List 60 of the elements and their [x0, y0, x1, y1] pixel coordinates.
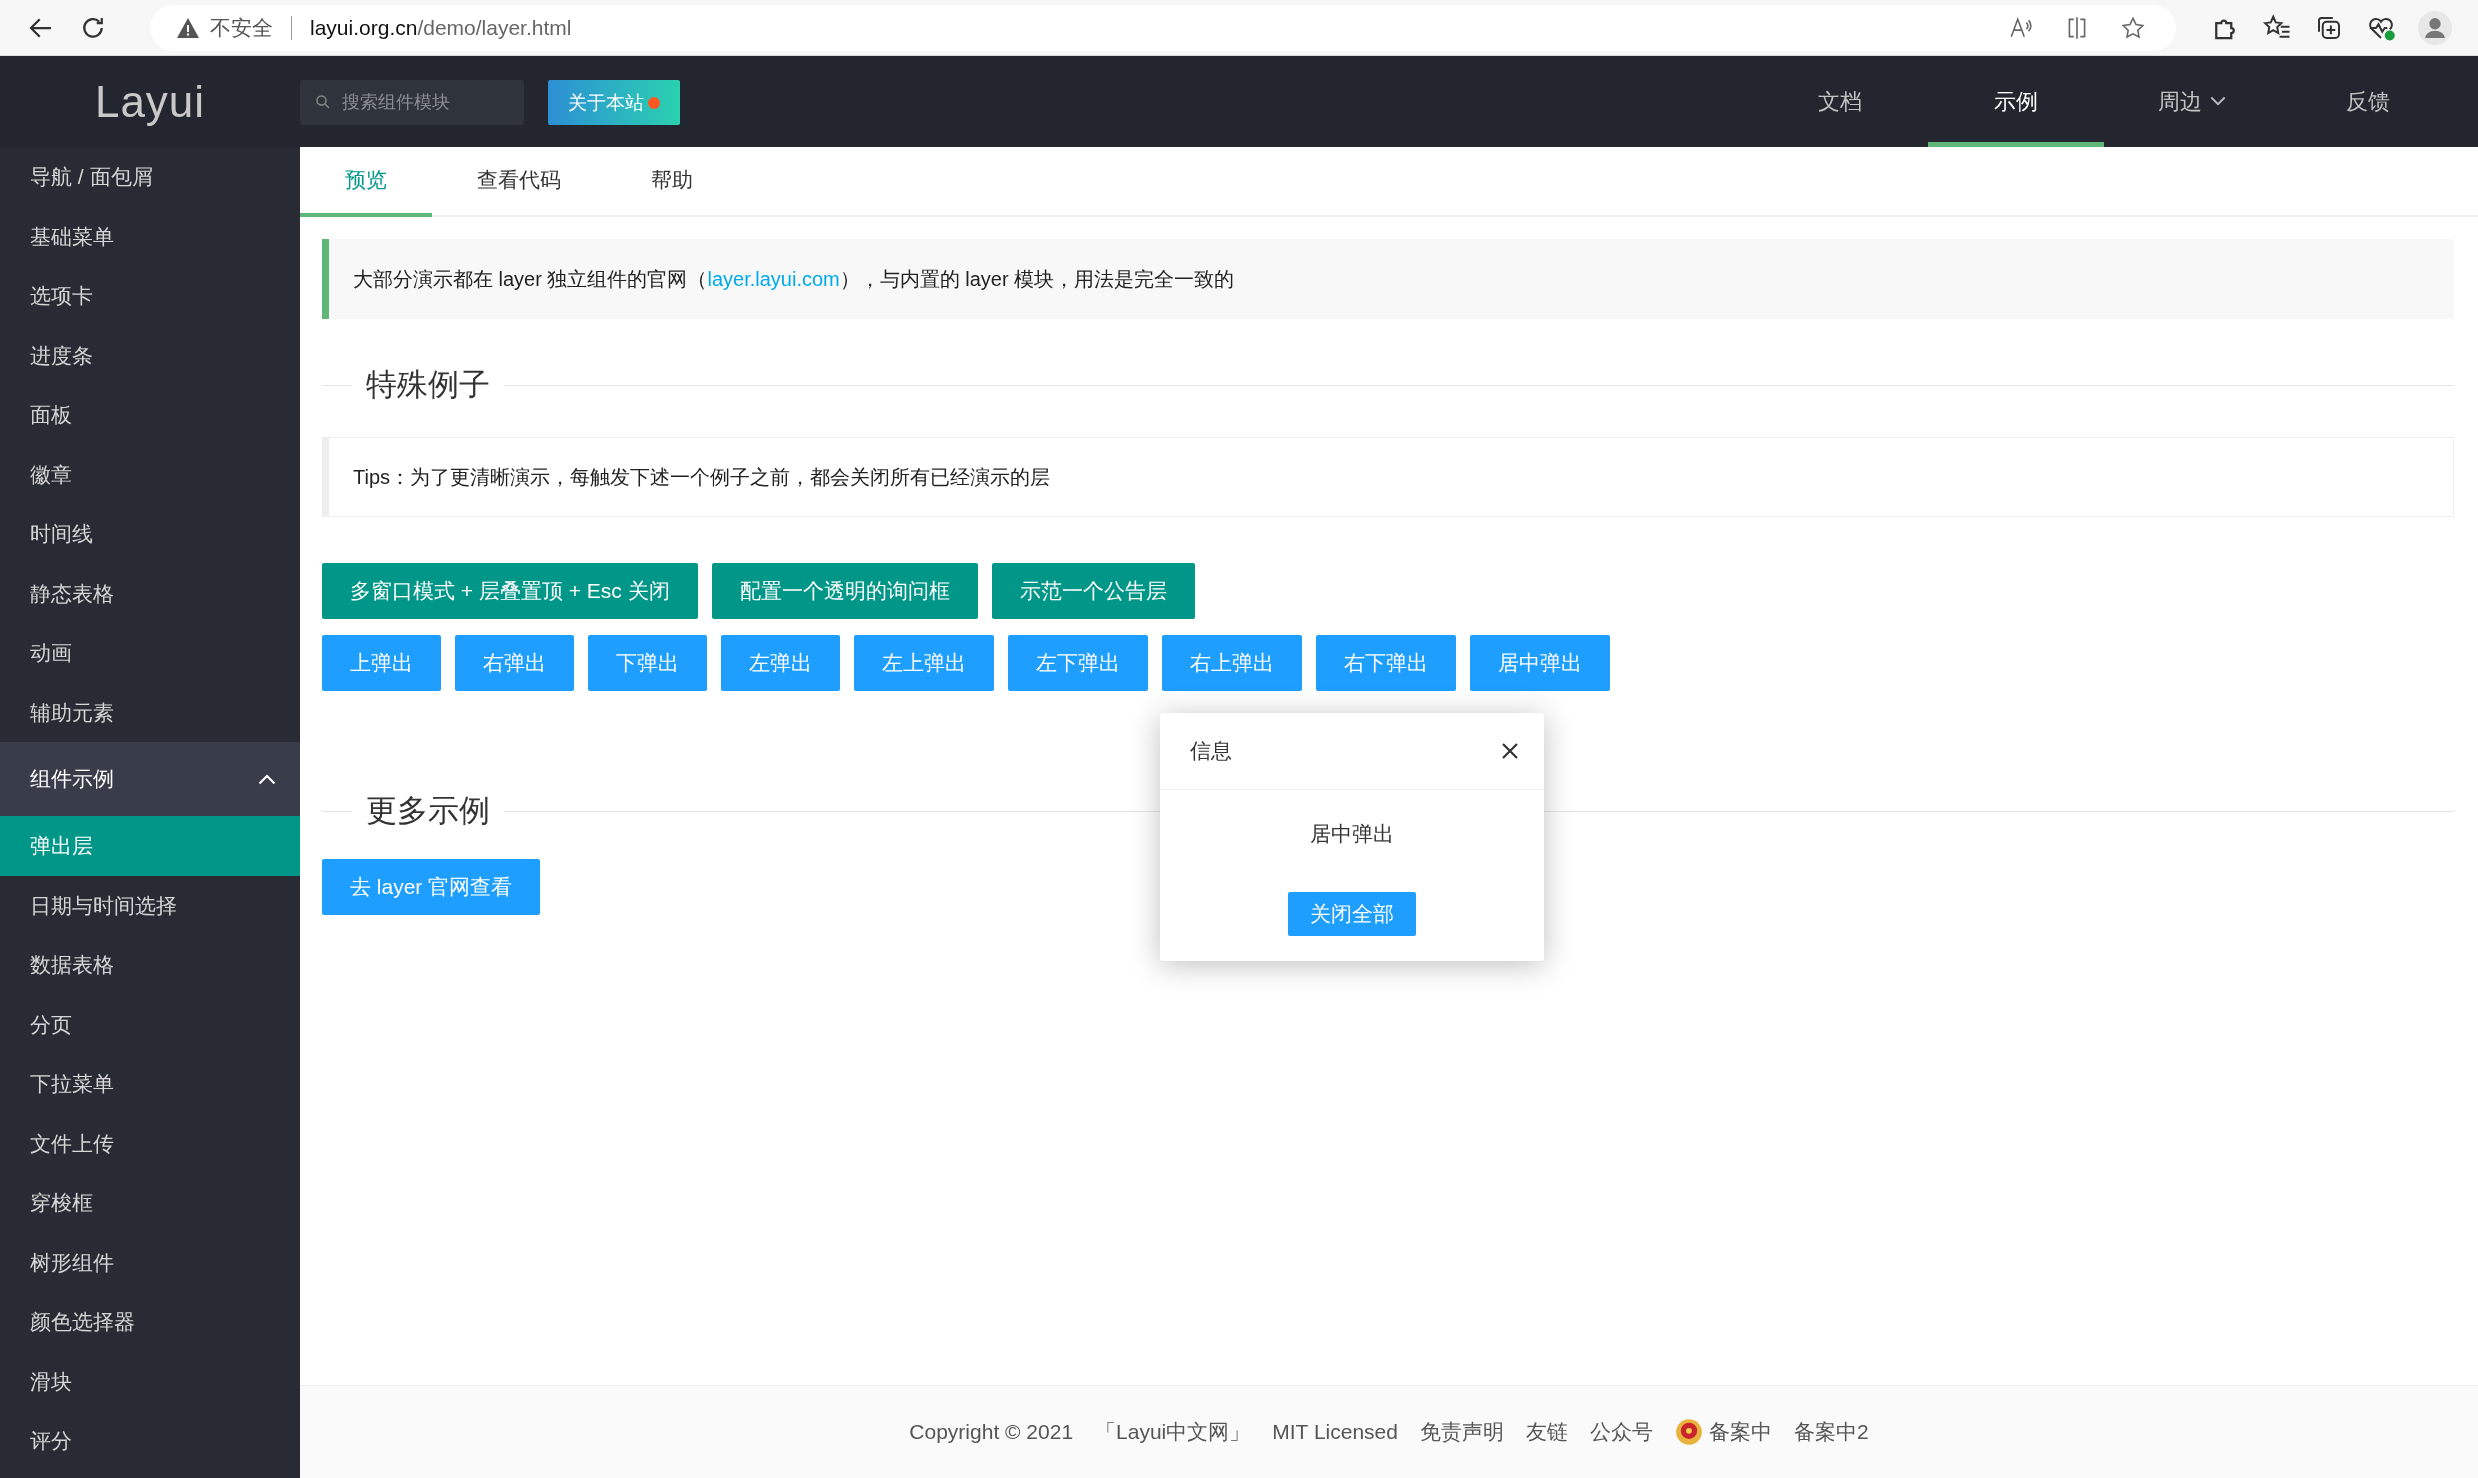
- url-host: layui.org.cn: [310, 15, 418, 40]
- footer-link[interactable]: 免责声明: [1419, 1418, 1504, 1446]
- tab[interactable]: 查看代码: [432, 147, 606, 217]
- demo-button[interactable]: 示范一个公告层: [991, 563, 1195, 619]
- chevron-icon: [258, 773, 276, 785]
- sidebar-item[interactable]: 日期与时间选择: [0, 875, 300, 935]
- search-field[interactable]: 搜索组件模块: [300, 80, 524, 125]
- sidebar-item[interactable]: 面板: [0, 385, 300, 445]
- nav-item[interactable]: 文档: [1752, 56, 1928, 147]
- sidebar-item[interactable]: 数据表格: [0, 935, 300, 995]
- chevron-down-icon: [2210, 96, 2226, 107]
- close-icon[interactable]: [1500, 741, 1520, 761]
- footer-link[interactable]: 友链: [1525, 1418, 1568, 1446]
- demo-button[interactable]: 多窗口模式 + 层叠置顶 + Esc 关闭: [322, 563, 698, 619]
- section-title: 特殊例子: [365, 366, 491, 404]
- sidebar-item[interactable]: 辅助元素: [0, 682, 300, 742]
- security-label: 不安全: [210, 14, 273, 41]
- sidebar-item[interactable]: 时间线: [0, 504, 300, 564]
- tab[interactable]: 帮助: [606, 147, 738, 217]
- footer-link[interactable]: 备案中2: [1793, 1418, 1869, 1446]
- sidebar-item[interactable]: 徽章: [0, 444, 300, 504]
- nav-item[interactable]: 示例: [1928, 56, 2104, 147]
- address-bar[interactable]: 不安全 layui.org.cn/demo/layer.html: [150, 4, 2176, 51]
- search-icon: [314, 93, 332, 111]
- sidebar-item[interactable]: 滑块: [0, 1351, 300, 1411]
- sidebar-item[interactable]: 文件上传: [0, 1113, 300, 1173]
- sidebar-item[interactable]: 下拉菜单: [0, 1054, 300, 1114]
- footer-link[interactable]: 「Layui中文网」: [1095, 1418, 1251, 1446]
- site-logo[interactable]: Layui: [94, 76, 206, 127]
- sidebar-item[interactable]: 动画: [0, 623, 300, 683]
- nav-item[interactable]: 周边: [2104, 56, 2280, 147]
- sidebar-item[interactable]: 颜色选择器: [0, 1292, 300, 1352]
- dialog-message: 居中弹出: [1309, 821, 1395, 847]
- avatar-icon[interactable]: [2418, 10, 2452, 45]
- tab[interactable]: 预览: [300, 147, 432, 217]
- sidebar-item[interactable]: 穿梭框: [0, 1173, 300, 1233]
- url-path: /demo/layer.html: [417, 15, 572, 40]
- sidebar-item[interactable]: 进度条: [0, 325, 300, 385]
- star-icon[interactable]: [2120, 14, 2146, 41]
- sidebar-item[interactable]: 基础菜单: [0, 206, 300, 266]
- section-title: 更多示例: [365, 792, 491, 830]
- sidebar-item[interactable]: 树形组件: [0, 1232, 300, 1292]
- footer-link[interactable]: 公众号: [1589, 1418, 1653, 1446]
- notification-dot-icon: [648, 96, 660, 109]
- nav-item[interactable]: 反馈: [2280, 56, 2456, 147]
- emblem-icon: [1674, 1418, 1703, 1446]
- sidebar-item[interactable]: 选项卡: [0, 266, 300, 326]
- notice-text: 大部分演示都在 layer 独立组件的官网（layer.layui.com），与内置的 layer 模块，用法是完全一致的: [353, 266, 1235, 292]
- footer-link[interactable]: 备案中: [1708, 1418, 1772, 1446]
- footer-link[interactable]: MIT Licensed: [1272, 1420, 1398, 1444]
- sidebar-item[interactable]: 弹出层: [0, 816, 300, 876]
- sidebar-item[interactable]: 导航 / 面包屑: [0, 147, 300, 207]
- copyright-text: Copyright © 2021: [909, 1420, 1074, 1444]
- sidebar-item[interactable]: 分页: [0, 994, 300, 1054]
- dialog-title: 信息: [1190, 738, 1232, 764]
- demo-button[interactable]: 配置一个透明的询问框: [711, 563, 978, 619]
- sidebar-group-header[interactable]: 组件示例: [0, 742, 300, 816]
- sidebar-item[interactable]: 评分: [0, 1411, 300, 1471]
- tip-text: Tips：为了更清晰演示，每触发下述一个例子之前，都会关闭所有已经演示的层: [353, 464, 1051, 490]
- sidebar-item[interactable]: 静态表格: [0, 563, 300, 623]
